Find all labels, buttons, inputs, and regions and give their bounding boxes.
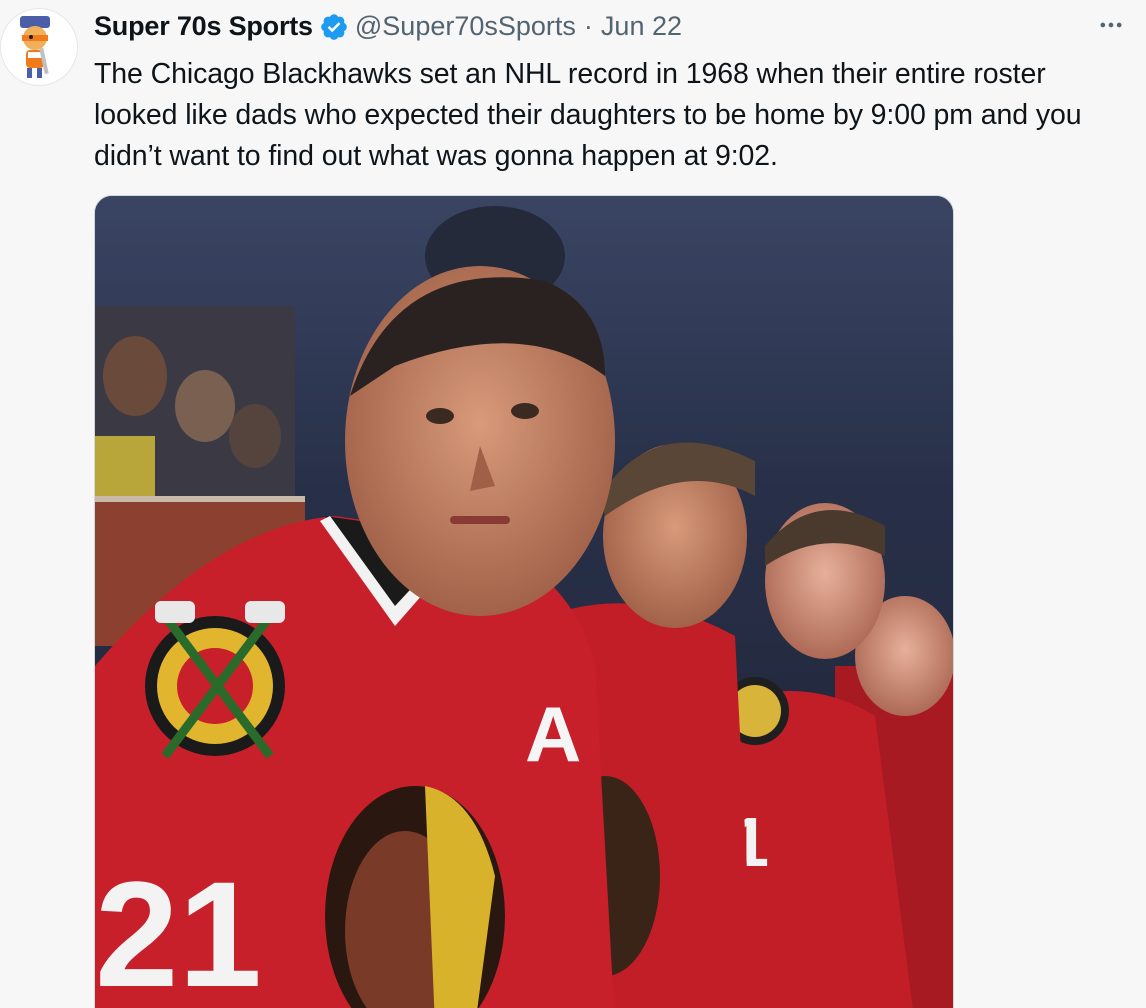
- author-handle[interactable]: @Super70sSports: [355, 11, 576, 42]
- tweet-header: Super 70s Sports @Super70sSports · Jun 2…: [94, 0, 1146, 52]
- hockey-players-photo: 11: [95, 196, 953, 1008]
- verified-badge-icon[interactable]: [319, 12, 349, 42]
- cartoon-mascot-avatar-icon: [20, 16, 50, 78]
- separator-dot: ·: [583, 10, 593, 41]
- ellipsis-icon: [1100, 22, 1122, 28]
- tweet-body: Super 70s Sports @Super70sSports · Jun 2…: [94, 0, 1146, 1008]
- captain-letter-a: A: [525, 690, 581, 778]
- author-avatar[interactable]: [0, 8, 78, 86]
- more-options-button[interactable]: [1094, 8, 1128, 42]
- tweet-date[interactable]: Jun 22: [601, 11, 682, 42]
- tweet: Super 70s Sports @Super70sSports · Jun 2…: [0, 0, 1146, 1008]
- jersey-number-21: 21: [95, 850, 262, 1008]
- tweet-photo[interactable]: 11: [94, 195, 954, 1008]
- author-display-name[interactable]: Super 70s Sports: [94, 11, 313, 42]
- tweet-text: The Chicago Blackhawks set an NHL record…: [94, 58, 1082, 172]
